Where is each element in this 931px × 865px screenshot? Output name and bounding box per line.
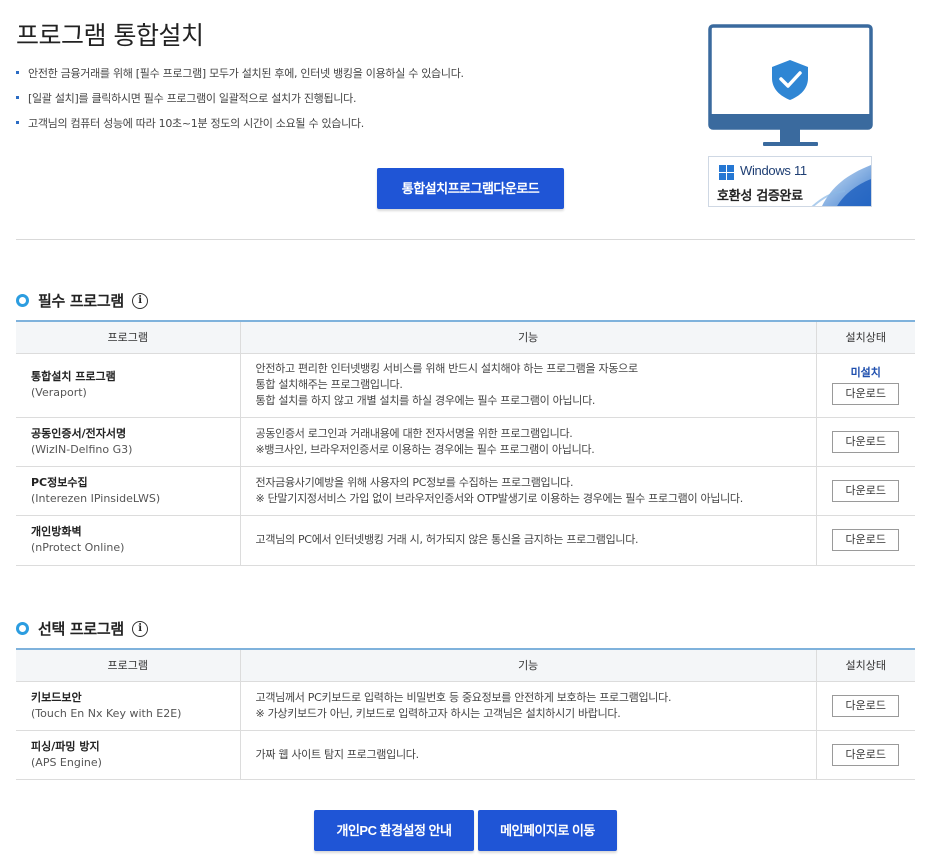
- function-cell: 고객님께서 PC키보드로 입력하는 비밀번호 등 중요정보를 안전하게 보호하는…: [239, 681, 816, 731]
- windows11-compat-badge: Windows 11 호환성 검증완료: [708, 156, 872, 207]
- optional-programs-heading: 선택 프로그램 i: [16, 618, 148, 639]
- function-cell: 전자금융사기예방을 위해 사용자의 PC정보를 수집하는 프로그램입니다. ※ …: [239, 466, 816, 516]
- function-line: 고객님께서 PC키보드로 입력하는 비밀번호 등 중요정보를 안전하게 보호하는…: [255, 690, 672, 704]
- go-main-page-button[interactable]: 메인페이지로 이동: [478, 810, 617, 851]
- program-name: PC정보수집: [31, 475, 88, 489]
- note-item: 고객님의 컴퓨터 성능에 따라 10초~1분 정도의 시간이 소요될 수 있습니…: [16, 116, 464, 141]
- windows-version-label: Windows 11: [740, 163, 807, 178]
- pc-settings-guide-button[interactable]: 개인PC 환경설정 안내: [314, 810, 474, 851]
- program-cell: 개인방화벽 (nProtect Online): [16, 515, 240, 566]
- status-cell: 다운로드: [815, 466, 915, 516]
- install-notes: 안전한 금융거래를 위해 [필수 프로그램] 모두가 설치된 후에, 인터넷 뱅…: [16, 66, 464, 141]
- optional-programs-table: 프로그램 기능 설치상태 키보드보안 (Touch En Nx Key with…: [16, 648, 915, 780]
- table-row: 피싱/파밍 방지 (APS Engine) 가짜 웹 사이트 탐지 프로그램입니…: [16, 730, 915, 780]
- function-line: 통합 설치를 하지 않고 개별 설치를 하실 경우에는 필수 프로그램이 아닙니…: [255, 394, 596, 407]
- status-cell: 다운로드: [815, 681, 915, 731]
- install-status: 미설치: [850, 366, 881, 379]
- program-english-name: (WizIN-Delfino G3): [31, 442, 133, 456]
- page-title: 프로그램 통합설치: [16, 21, 204, 50]
- windows-logo-icon: [719, 165, 734, 180]
- monitor-shield-icon: [708, 24, 873, 146]
- required-programs-heading: 필수 프로그램 i: [16, 290, 148, 311]
- function-line: ※뱅크사인, 브라우저인증서로 이용하는 경우에는 필수 프로그램이 아닙니다.: [255, 442, 595, 456]
- header-status: 설치상태: [815, 321, 915, 354]
- info-icon[interactable]: i: [131, 620, 148, 637]
- program-name: 키보드보안: [31, 690, 82, 704]
- header-program: 프로그램: [16, 321, 240, 354]
- function-cell: 공동인증서 로그인과 거래내용에 대한 전자서명을 위한 프로그램입니다. ※뱅…: [239, 417, 816, 467]
- program-cell: PC정보수집 (Interezen IPinsideLWS): [16, 466, 240, 516]
- bullet-ring-icon: [16, 622, 29, 635]
- download-button[interactable]: 다운로드: [832, 430, 900, 453]
- info-icon[interactable]: i: [131, 292, 148, 309]
- function-cell: 가짜 웹 사이트 탐지 프로그램입니다.: [239, 730, 816, 780]
- function-cell: 안전하고 편리한 인터넷뱅킹 서비스를 위해 반드시 설치해야 하는 프로그램을…: [239, 353, 816, 418]
- compatibility-verified-label: 호환성 검증완료: [717, 189, 803, 204]
- program-english-name: (nProtect Online): [31, 541, 125, 554]
- program-cell: 공동인증서/전자서명 (WizIN-Delfino G3): [16, 417, 240, 467]
- program-cell: 키보드보안 (Touch En Nx Key with E2E): [16, 681, 240, 731]
- table-row: 키보드보안 (Touch En Nx Key with E2E) 고객님께서 P…: [16, 681, 915, 731]
- required-programs-table: 프로그램 기능 설치상태 통합설치 프로그램 (Veraport) 안전하고 편…: [16, 320, 915, 566]
- header-status: 설치상태: [815, 649, 915, 682]
- download-button[interactable]: 다운로드: [832, 479, 900, 502]
- program-name: 개인방화벽: [31, 525, 82, 538]
- program-name: 공동인증서/전자서명: [31, 426, 127, 440]
- program-name: 피싱/파밍 방지: [31, 739, 100, 753]
- header-function: 기능: [239, 321, 816, 354]
- download-button[interactable]: 다운로드: [832, 529, 900, 551]
- status-cell: 다운로드: [815, 417, 915, 467]
- program-english-name: (Interezen IPinsideLWS): [31, 491, 161, 505]
- required-programs-title: 필수 프로그램: [38, 292, 124, 310]
- table-header-row: 프로그램 기능 설치상태: [16, 649, 915, 682]
- download-button[interactable]: 다운로드: [832, 383, 900, 405]
- program-cell: 통합설치 프로그램 (Veraport): [16, 353, 240, 418]
- bullet-ring-icon: [16, 294, 29, 307]
- table-row: 개인방화벽 (nProtect Online) 고객님의 PC에서 인터넷뱅킹 …: [16, 515, 915, 566]
- note-item: 안전한 금융거래를 위해 [필수 프로그램] 모두가 설치된 후에, 인터넷 뱅…: [16, 66, 464, 91]
- program-cell: 피싱/파밍 방지 (APS Engine): [16, 730, 240, 780]
- function-line: ※ 단말기지정서비스 가입 없이 브라우저인증서와 OTP발생기로 이용하는 경…: [255, 491, 744, 505]
- status-cell: 미설치 다운로드: [815, 353, 915, 418]
- program-english-name: (Touch En Nx Key with E2E): [31, 706, 182, 720]
- header-program: 프로그램: [16, 649, 240, 682]
- table-header-row: 프로그램 기능 설치상태: [16, 321, 915, 354]
- download-button[interactable]: 다운로드: [832, 743, 900, 766]
- header-function: 기능: [239, 649, 816, 682]
- windows-bloom-image: [811, 165, 871, 206]
- table-row: PC정보수집 (Interezen IPinsideLWS) 전자금융사기예방을…: [16, 466, 915, 516]
- table-row: 공동인증서/전자서명 (WizIN-Delfino G3) 공동인증서 로그인과…: [16, 417, 915, 467]
- note-item: [일괄 설치]를 클릭하시면 필수 프로그램이 일괄적으로 설치가 진행됩니다.: [16, 91, 464, 116]
- function-line: 전자금융사기예방을 위해 사용자의 PC정보를 수집하는 프로그램입니다.: [255, 475, 574, 489]
- status-cell: 다운로드: [815, 730, 915, 780]
- program-name: 통합설치 프로그램: [31, 370, 116, 383]
- download-button[interactable]: 다운로드: [832, 694, 900, 717]
- integrated-install-download-button[interactable]: 통합설치프로그램다운로드: [377, 168, 564, 209]
- function-line: 가짜 웹 사이트 탐지 프로그램입니다.: [255, 747, 420, 761]
- function-line: ※ 가상키보드가 아닌, 키보드로 입력하고자 하시는 고객님은 설치하시기 바…: [255, 706, 621, 720]
- program-english-name: (APS Engine): [31, 755, 102, 769]
- program-english-name: (Veraport): [31, 386, 87, 399]
- status-cell: 다운로드: [815, 515, 915, 566]
- table-row: 통합설치 프로그램 (Veraport) 안전하고 편리한 인터넷뱅킹 서비스를…: [16, 353, 915, 418]
- function-line: 안전하고 편리한 인터넷뱅킹 서비스를 위해 반드시 설치해야 하는 프로그램을…: [255, 362, 639, 375]
- function-line: 통합 설치해주는 프로그램입니다.: [255, 378, 403, 391]
- section-divider: [16, 239, 915, 240]
- function-cell: 고객님의 PC에서 인터넷뱅킹 거래 시, 허가되지 않은 통신을 금지하는 프…: [239, 515, 816, 566]
- function-line: 고객님의 PC에서 인터넷뱅킹 거래 시, 허가되지 않은 통신을 금지하는 프…: [255, 533, 639, 546]
- optional-programs-title: 선택 프로그램: [38, 620, 124, 638]
- function-line: 공동인증서 로그인과 거래내용에 대한 전자서명을 위한 프로그램입니다.: [255, 426, 573, 440]
